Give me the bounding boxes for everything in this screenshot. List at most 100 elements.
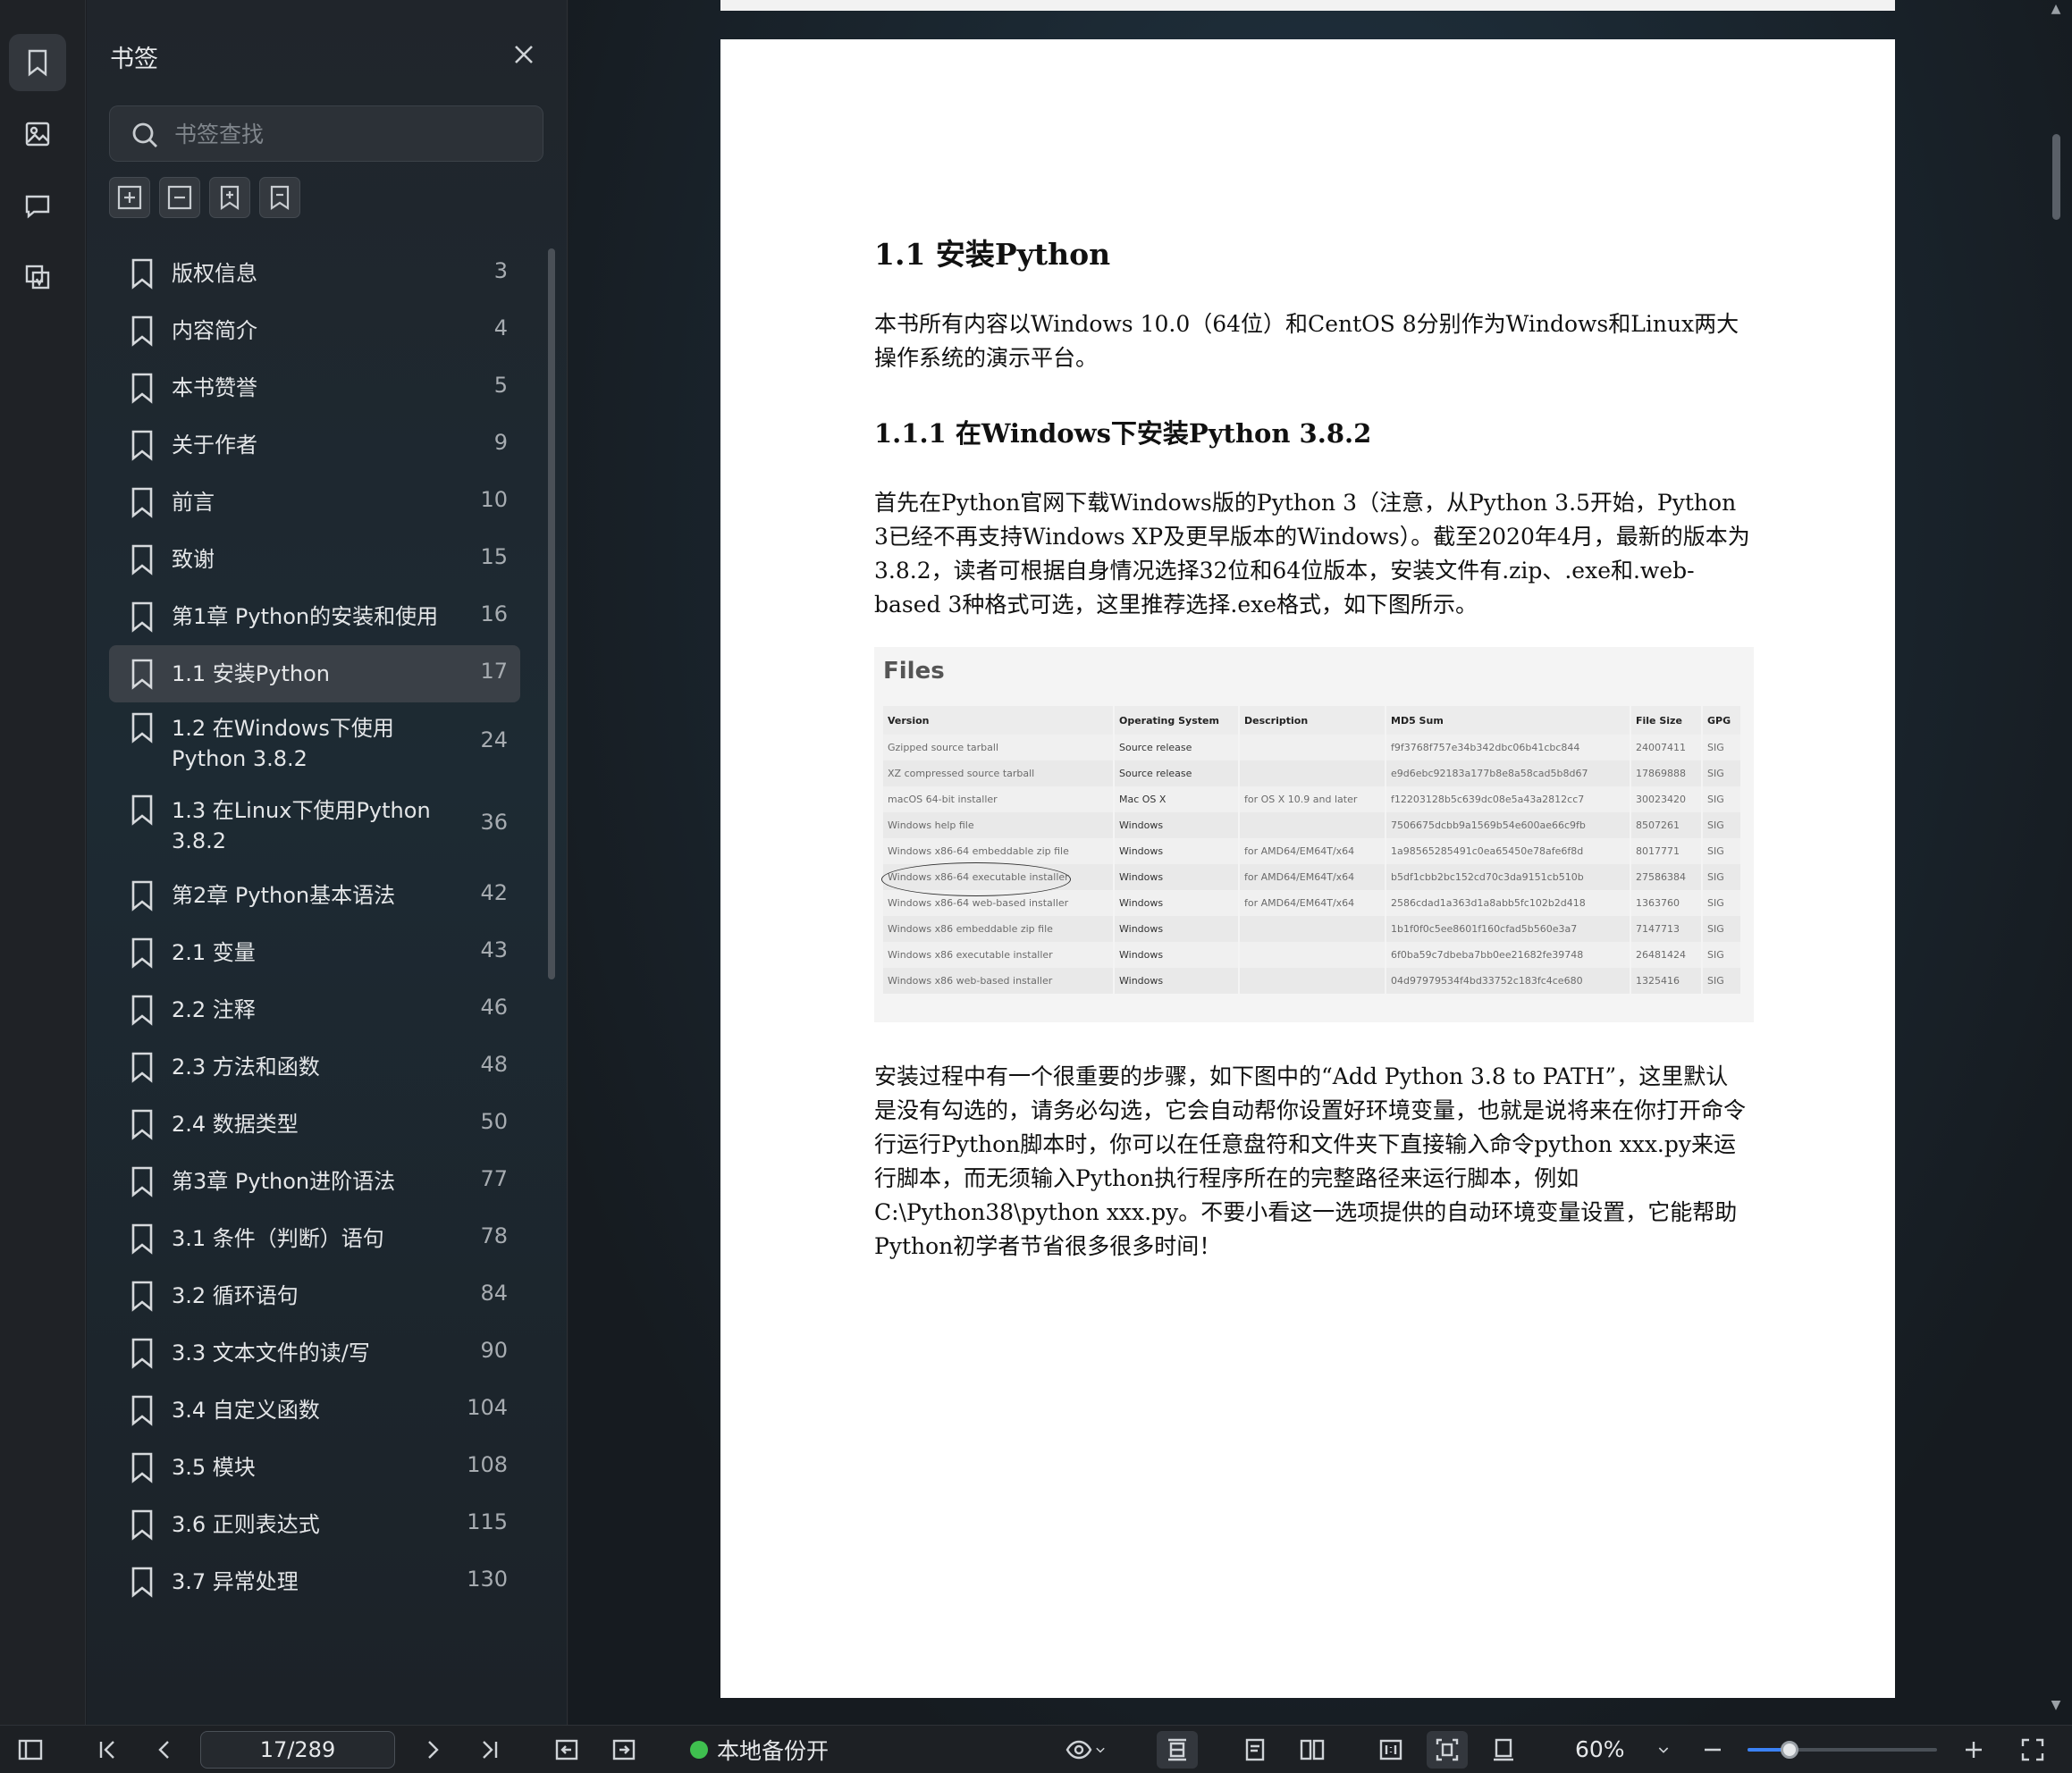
- files-table-header: Operating System: [1114, 706, 1240, 735]
- scroll-up-arrow[interactable]: ▲: [2048, 2, 2064, 16]
- files-table-cell: 26481424: [1630, 942, 1703, 968]
- bookmark-item[interactable]: 3.2 循环语句 84: [109, 1267, 520, 1324]
- zoom-dropdown-button[interactable]: [1650, 1734, 1677, 1766]
- files-table-cell: 8017771: [1630, 838, 1703, 864]
- collapse-all-button[interactable]: [159, 177, 200, 218]
- bookmark-item[interactable]: 关于作者 9: [109, 416, 520, 474]
- files-table-header: MD5 Sum: [1386, 706, 1631, 735]
- bookmark-item[interactable]: 版权信息 3: [109, 245, 520, 302]
- files-table-cell: 24007411: [1630, 735, 1703, 760]
- files-table-cell: SIG: [1702, 916, 1742, 942]
- bookmark-item[interactable]: 3.3 文本文件的读/写 90: [109, 1324, 520, 1382]
- rail-pages-button[interactable]: [9, 248, 66, 306]
- reading-mode-button[interactable]: [1060, 1734, 1114, 1766]
- rotate-button[interactable]: [1486, 1734, 1521, 1766]
- bookmark-item[interactable]: 3.5 模块 108: [109, 1439, 520, 1496]
- files-table-header: GPG: [1702, 706, 1742, 735]
- bookmark-label: 3.5 模块: [172, 1455, 256, 1480]
- add-bookmark-button[interactable]: [209, 177, 250, 218]
- rail-images-button[interactable]: [9, 105, 66, 163]
- files-table-cell: SIG: [1702, 786, 1742, 812]
- bookmark-item[interactable]: 内容简介 4: [109, 302, 520, 359]
- zoom-slider-handle[interactable]: [1780, 1741, 1798, 1759]
- fit-page-button[interactable]: [1427, 1731, 1468, 1769]
- files-table-cell: Mac OS X: [1114, 786, 1240, 812]
- bookmark-icon: [131, 1223, 153, 1255]
- bookmark-panel-scrollbar[interactable]: [548, 248, 555, 979]
- rail-bookmarks-button[interactable]: [9, 34, 66, 91]
- search-icon: [132, 122, 157, 147]
- bookmark-item[interactable]: 2.2 注释 46: [109, 981, 520, 1038]
- close-panel-button[interactable]: [509, 39, 539, 70]
- files-table-cell: 30023420: [1630, 786, 1703, 812]
- bookmark-item[interactable]: 3.6 正则表达式 115: [109, 1496, 520, 1553]
- fullscreen-button[interactable]: [2015, 1734, 2051, 1766]
- bookmark-label: 第1章 Python的安装和使用: [172, 604, 439, 629]
- rail-comments-button[interactable]: [9, 177, 66, 234]
- fit-width-button[interactable]: [1157, 1731, 1198, 1769]
- files-table-cell: 1a98565285491c0ea65450e78afe6f8d: [1386, 838, 1631, 864]
- document-viewport[interactable]: 1.1 安装Python 本书所有内容以Windows 10.0（64位）和Ce…: [569, 0, 2072, 1725]
- bookmark-item[interactable]: 2.4 数据类型 50: [109, 1096, 520, 1153]
- bookmark-item[interactable]: 前言 10: [109, 474, 520, 531]
- body-paragraph: 安装过程中有一个很重要的步骤，如下图中的“Add Python 3.8 to P…: [874, 1063, 1747, 1259]
- bookmark-item[interactable]: 1.1 安装Python 17: [109, 645, 520, 702]
- last-page-button[interactable]: [474, 1734, 506, 1766]
- document-scrollbar[interactable]: [2052, 134, 2060, 220]
- single-page-button[interactable]: [1237, 1734, 1273, 1766]
- files-table-cell: Source release: [1114, 735, 1240, 760]
- local-backup-toggle[interactable]: 本地备份开: [690, 1735, 829, 1765]
- bookmark-item[interactable]: 1.2 在Windows下使用Python 3.8.2 24: [109, 702, 520, 785]
- actual-size-button[interactable]: [1373, 1734, 1409, 1766]
- files-table-cell: 17869888: [1630, 760, 1703, 786]
- two-page-button[interactable]: [1294, 1734, 1330, 1766]
- go-forward-button[interactable]: [608, 1734, 640, 1766]
- scroll-down-arrow[interactable]: ▼: [2048, 1698, 2064, 1712]
- chevron-right-icon: [428, 1741, 439, 1759]
- files-table-cell: 1363760: [1630, 890, 1703, 916]
- first-page-button[interactable]: [91, 1734, 123, 1766]
- previous-page-edge: [720, 0, 1895, 11]
- previous-page-button[interactable]: [148, 1734, 181, 1766]
- bookmark-item[interactable]: 致谢 15: [109, 531, 520, 588]
- bookmark-item[interactable]: 3.7 异常处理 130: [109, 1553, 520, 1610]
- bookmark-item[interactable]: 第1章 Python的安装和使用 16: [109, 588, 520, 645]
- expand-all-button[interactable]: [109, 177, 150, 218]
- bookmark-label: 3.2 循环语句: [172, 1283, 299, 1308]
- fit-page-icon: [1436, 1738, 1459, 1761]
- bookmark-item[interactable]: 第2章 Python基本语法 42: [109, 867, 520, 924]
- bookmark-icon: [131, 712, 153, 744]
- files-table-cell: Windows: [1114, 838, 1240, 864]
- bookmark-search-input[interactable]: [174, 113, 532, 155]
- zoom-in-button[interactable]: [1958, 1734, 1990, 1766]
- bookmark-label: 3.3 文本文件的读/写: [172, 1340, 370, 1365]
- bookmark-item[interactable]: 3.4 自定义函数 104: [109, 1382, 520, 1439]
- files-table-cell: Gzipped source tarball: [883, 735, 1115, 760]
- bookmark-item[interactable]: 1.3 在Linux下使用Python 3.8.2 36: [109, 785, 520, 867]
- zoom-slider[interactable]: [1748, 1741, 1937, 1759]
- go-back-button[interactable]: [551, 1734, 583, 1766]
- bookmark-icon: [131, 1052, 153, 1083]
- remove-bookmark-button[interactable]: [259, 177, 300, 218]
- bookmark-item[interactable]: 第3章 Python进阶语法 77: [109, 1153, 520, 1210]
- bookmark-item[interactable]: 2.3 方法和函数 48: [109, 1038, 520, 1096]
- bookmark-icon: [131, 1109, 153, 1140]
- toggle-sidebar-button[interactable]: [13, 1734, 48, 1766]
- plus-icon: [1966, 1742, 1982, 1758]
- bottom-toolbar: 本地备份开 60%: [0, 1725, 2072, 1773]
- bookmark-item[interactable]: 本书赞誉 5: [109, 359, 520, 416]
- bookmark-label: 2.1 变量: [172, 940, 256, 965]
- bookmark-page-number: 3: [493, 258, 508, 283]
- bookmark-label: 3.6 正则表达式: [172, 1512, 320, 1537]
- page-number-input[interactable]: [200, 1731, 395, 1769]
- close-icon: [515, 46, 533, 63]
- bookmark-page-number: 50: [480, 1109, 508, 1134]
- bookmark-item[interactable]: 2.1 变量 43: [109, 924, 520, 981]
- bookmark-page-number: 43: [480, 937, 508, 962]
- bookmark-label: 3.1 条件（判断）语句: [172, 1226, 384, 1251]
- files-table-cell: SIG: [1702, 864, 1742, 890]
- next-page-button[interactable]: [417, 1734, 449, 1766]
- zoom-out-button[interactable]: [1697, 1734, 1729, 1766]
- bookmark-item[interactable]: 3.1 条件（判断）语句 78: [109, 1210, 520, 1267]
- bookmark-search: [109, 105, 543, 162]
